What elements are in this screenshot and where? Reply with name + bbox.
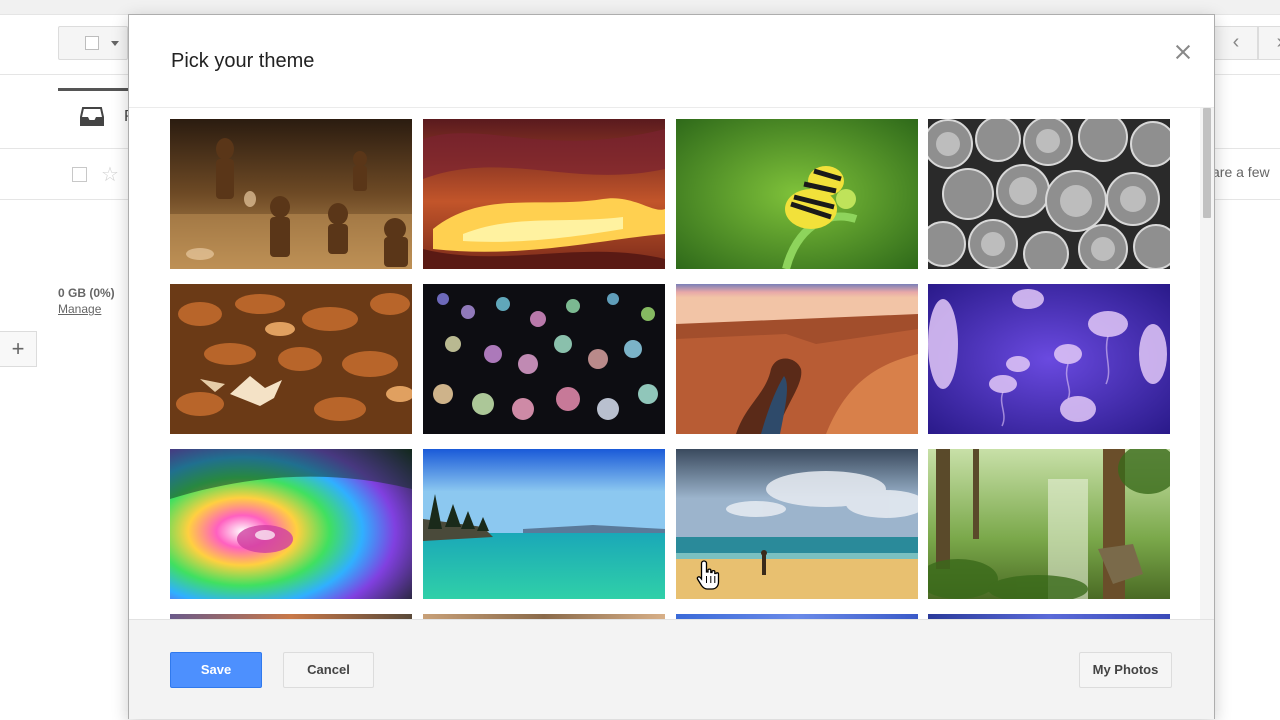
storage-usage: 0 GB (0%) xyxy=(58,286,115,300)
select-all-dropdown[interactable] xyxy=(58,26,128,60)
theme-bokeh-lights[interactable] xyxy=(423,284,665,434)
theme-jellyfish[interactable] xyxy=(928,284,1170,434)
theme-forest[interactable] xyxy=(928,449,1170,599)
row-checkbox[interactable] xyxy=(72,167,87,182)
star-icon[interactable]: ☆ xyxy=(101,162,119,187)
theme-beach[interactable] xyxy=(676,449,918,599)
theme-picker-dialog: Pick your theme Save Cancel My Photos xyxy=(128,14,1215,719)
newer-button[interactable]: ‹ xyxy=(1214,26,1258,60)
older-button[interactable]: › xyxy=(1258,26,1280,60)
theme-pipes[interactable] xyxy=(928,119,1170,269)
theme-grid-scrollbar[interactable] xyxy=(1200,108,1214,619)
cancel-button[interactable]: Cancel xyxy=(283,652,374,688)
my-photos-button[interactable]: My Photos xyxy=(1079,652,1172,688)
email-preview-snippet[interactable]: are a few xyxy=(1212,164,1270,180)
top-bar xyxy=(0,0,1280,15)
add-button[interactable]: + xyxy=(0,331,37,367)
dialog-title: Pick your theme xyxy=(171,50,315,72)
theme-rainbow-droplet[interactable] xyxy=(170,449,412,599)
theme-canyon-slot[interactable] xyxy=(423,119,665,269)
chevron-right-icon: › xyxy=(1277,31,1280,53)
manage-storage-link[interactable]: Manage xyxy=(58,302,101,316)
chevron-left-icon: ‹ xyxy=(1232,31,1240,53)
select-checkbox[interactable] xyxy=(85,36,99,50)
theme-chess[interactable] xyxy=(170,119,412,269)
theme-lake-tahoe[interactable] xyxy=(423,449,665,599)
dialog-footer: Save Cancel My Photos xyxy=(129,619,1214,719)
theme-autumn-leaves[interactable] xyxy=(170,284,412,434)
save-button[interactable]: Save xyxy=(170,652,262,688)
chevron-down-icon xyxy=(111,41,119,46)
close-icon[interactable] xyxy=(1172,41,1194,63)
theme-grid xyxy=(129,108,1199,619)
theme-caterpillar[interactable] xyxy=(676,119,918,269)
inbox-icon xyxy=(80,107,104,126)
theme-grand-canyon[interactable] xyxy=(676,284,918,434)
scrollbar-thumb[interactable] xyxy=(1203,108,1211,218)
